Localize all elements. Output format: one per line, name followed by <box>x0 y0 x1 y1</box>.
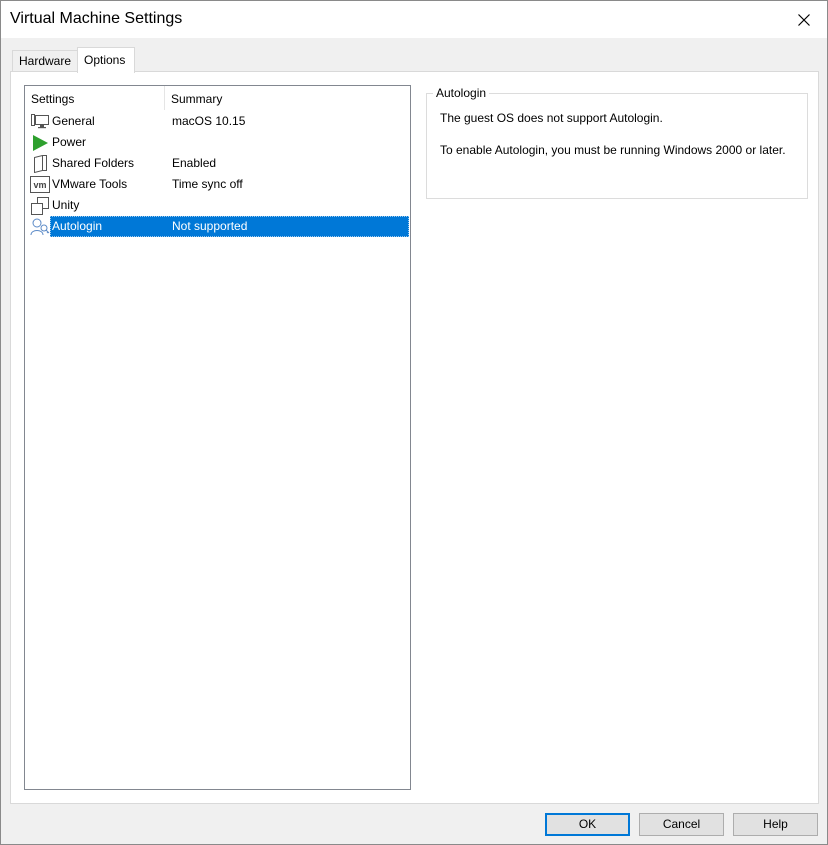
setting-name: Unity <box>52 198 80 212</box>
list-header: Settings Summary <box>25 86 410 110</box>
list-item-power[interactable]: Power <box>25 132 410 153</box>
autologin-groupbox: The guest OS does not support Autologin.… <box>426 93 808 199</box>
settings-list[interactable]: Settings Summary General macOS 10.15 Pow… <box>24 85 411 790</box>
help-button[interactable]: Help <box>733 813 818 836</box>
setting-name: Shared Folders <box>52 156 135 170</box>
shared-folder-icon <box>30 154 50 173</box>
title-bar: Virtual Machine Settings <box>1 1 827 38</box>
tab-strip: Hardware Options <box>10 47 820 73</box>
autologin-requirement: To enable Autologin, you must be running… <box>440 143 786 157</box>
tab-options[interactable]: Options <box>77 47 135 73</box>
list-item-vmware-tools[interactable]: vm VMware Tools Time sync off <box>25 174 410 195</box>
ok-button[interactable]: OK <box>545 813 630 836</box>
close-icon <box>798 13 810 26</box>
setting-summary: Time sync off <box>172 177 243 191</box>
close-button[interactable] <box>781 1 827 38</box>
setting-name: Autologin <box>52 219 103 233</box>
setting-summary: Not supported <box>172 219 248 233</box>
setting-name: Power <box>52 135 87 149</box>
vm-settings-dialog: Virtual Machine Settings Hardware Option… <box>0 0 828 845</box>
list-item-autologin[interactable]: Autologin Not supported <box>25 216 410 237</box>
power-play-icon <box>30 133 50 152</box>
setting-summary: macOS 10.15 <box>172 114 246 128</box>
list-item-unity[interactable]: Unity <box>25 195 410 216</box>
unity-icon <box>30 196 50 215</box>
options-tab-panel: Settings Summary General macOS 10.15 Pow… <box>10 71 819 804</box>
tab-hardware[interactable]: Hardware <box>12 50 79 72</box>
vmware-tools-icon: vm <box>30 175 50 194</box>
window-title: Virtual Machine Settings <box>10 10 183 27</box>
groupbox-title: Autologin <box>433 86 490 100</box>
list-item-general[interactable]: General macOS 10.15 <box>25 111 410 132</box>
column-header-summary[interactable]: Summary <box>165 86 410 110</box>
autologin-message: The guest OS does not support Autologin. <box>440 111 663 125</box>
svg-text:vm: vm <box>33 180 46 190</box>
setting-name: General <box>52 114 95 128</box>
setting-name: VMware Tools <box>52 177 128 191</box>
column-header-settings[interactable]: Settings <box>25 86 165 110</box>
monitor-icon <box>30 112 50 131</box>
list-item-shared-folders[interactable]: Shared Folders Enabled <box>25 153 410 174</box>
autologin-icon <box>30 217 50 236</box>
cancel-button[interactable]: Cancel <box>639 813 724 836</box>
setting-summary: Enabled <box>172 156 217 170</box>
